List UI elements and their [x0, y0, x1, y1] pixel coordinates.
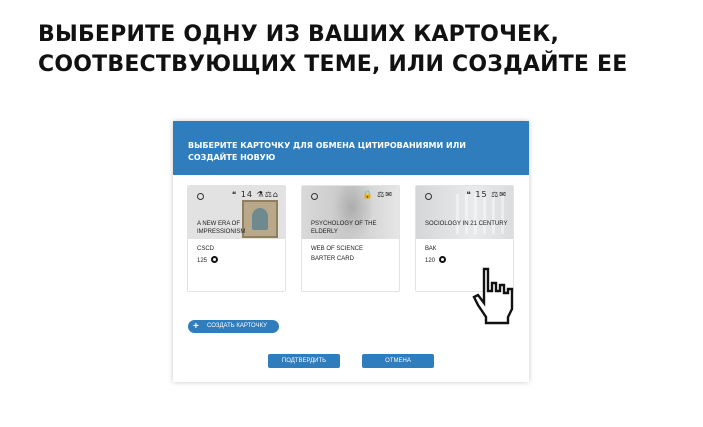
- card-source: CSCD: [197, 246, 215, 252]
- card-source: ВАК: [425, 246, 437, 252]
- card-select-radio[interactable]: [311, 193, 318, 200]
- hand-pointer-icon: [472, 267, 514, 325]
- card-title: A NEW ERA OF IMPRESSIONISM: [197, 221, 246, 235]
- card-image: ❝ 14 ⚗⚖⌂ A NEW ERA OF IMPRESSIONISM: [188, 186, 285, 239]
- card-count: 125: [197, 256, 218, 264]
- card-count-value: 120: [425, 258, 436, 264]
- citation-count: 14: [240, 190, 254, 199]
- card-select-radio[interactable]: [197, 193, 204, 200]
- card-stat-icons: ❝ 14 ⚗⚖⌂: [232, 190, 279, 199]
- coin-icon: [438, 256, 446, 263]
- lock-icon: 🔒: [362, 190, 374, 199]
- page-headline: ВЫБЕРИТЕ ОДНУ ИЗ ВАШИХ КАРТОЧЕК, СООТВЕС…: [38, 20, 678, 80]
- card-extra: BARTER CARD: [311, 256, 354, 262]
- card-action-icons: ⚖✉: [377, 190, 393, 199]
- coin-icon: [210, 256, 218, 263]
- headline-line-1: ВЫБЕРИТЕ ОДНУ ИЗ ВАШИХ КАРТОЧЕК,: [38, 22, 560, 47]
- card-image: 🔒 ⚖✉ PSYCHOLOGY OF THE ELDERLY: [302, 186, 399, 239]
- plus-icon: +: [193, 321, 199, 332]
- card-stat-icons: ❝ 15 ⚖✉: [467, 190, 507, 199]
- card-source: WEB OF SCIENCE: [311, 246, 364, 252]
- card-count-value: 125: [197, 258, 208, 264]
- card-title: PSYCHOLOGY OF THE ELDERLY: [311, 221, 377, 235]
- card-action-icons: ⚗⚖⌂: [256, 190, 279, 199]
- card-count: 120: [425, 256, 446, 264]
- card-select-radio[interactable]: [425, 193, 432, 200]
- confirm-button[interactable]: ПОДТВЕРДИТЬ: [268, 354, 340, 368]
- card-psychology[interactable]: 🔒 ⚖✉ PSYCHOLOGY OF THE ELDERLY WEB OF SC…: [301, 185, 400, 292]
- card-action-icons: ⚖✉: [491, 190, 507, 199]
- cancel-button[interactable]: ОТМЕНА: [362, 354, 434, 368]
- dialog-header: ВЫБЕРИТЕ КАРТОЧКУ ДЛЯ ОБМЕНА ЦИТИРОВАНИЯ…: [173, 121, 529, 175]
- laboratory-image: [456, 194, 506, 234]
- card-title: SOCIOLOGY IN 21 CENTURY: [425, 221, 508, 227]
- dialog-title-line-2: СОЗДАЙТЕ НОВУЮ: [188, 153, 276, 162]
- create-card-label: СОЗДАТЬ КАРТОЧКУ: [207, 323, 267, 329]
- quote-icon: ❝: [466, 190, 472, 199]
- select-card-dialog: ВЫБЕРИТЕ КАРТОЧКУ ДЛЯ ОБМЕНА ЦИТИРОВАНИЯ…: [173, 121, 529, 382]
- card-impressionism[interactable]: ❝ 14 ⚗⚖⌂ A NEW ERA OF IMPRESSIONISM CSCD…: [187, 185, 286, 292]
- quote-icon: ❝: [231, 190, 238, 199]
- headline-line-2: СООТВЕСТВУЮЩИХ ТЕМЕ, ИЛИ СОЗДАЙТЕ ЕЕ: [38, 52, 628, 77]
- create-card-button[interactable]: + СОЗДАТЬ КАРТОЧКУ: [188, 320, 279, 333]
- dialog-title-line-1: ВЫБЕРИТЕ КАРТОЧКУ ДЛЯ ОБМЕНА ЦИТИРОВАНИЯ…: [188, 141, 466, 150]
- card-stat-icons: 🔒 ⚖✉: [363, 190, 393, 199]
- citation-count: 15: [475, 190, 488, 199]
- card-image: ❝ 15 ⚖✉ SOCIOLOGY IN 21 CENTURY: [416, 186, 513, 239]
